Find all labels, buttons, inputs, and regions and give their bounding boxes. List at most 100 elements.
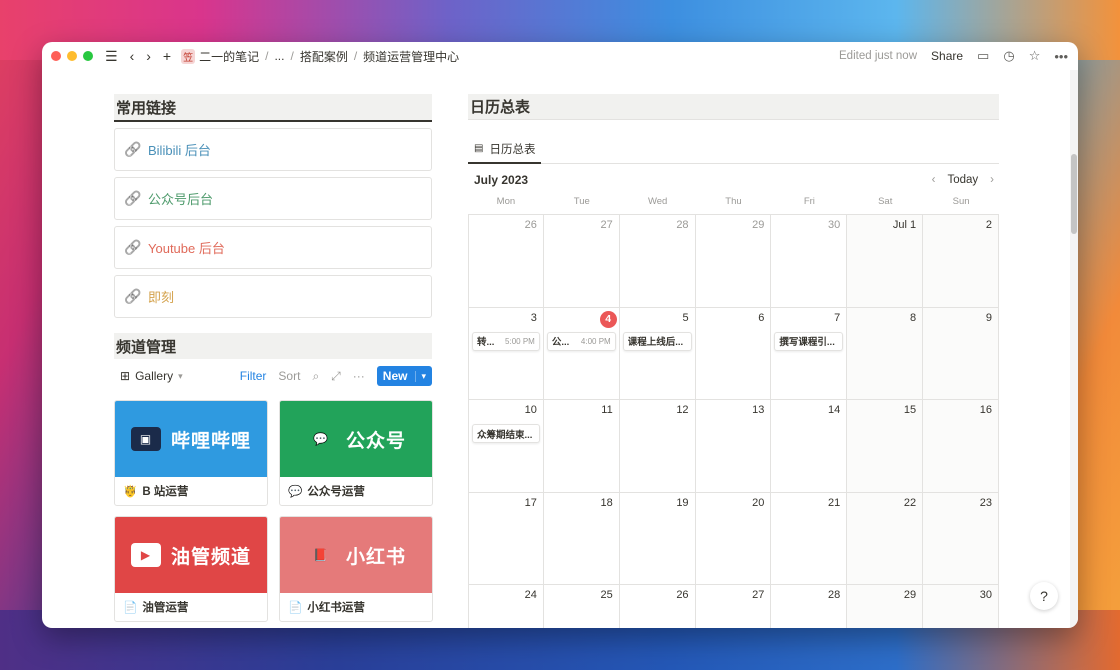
- calendar-day-cell[interactable]: 28: [771, 585, 848, 628]
- today-day-badge: 4: [599, 310, 617, 328]
- link-label[interactable]: 即刻: [148, 287, 174, 306]
- calendar-day-cell[interactable]: 24: [468, 585, 544, 628]
- calendar-day-cell[interactable]: 2: [923, 215, 999, 308]
- breadcrumb-item-notes[interactable]: 二一的笔记: [199, 48, 259, 65]
- page-emoji-icon: 📄: [123, 602, 138, 614]
- calendar-day-cell[interactable]: 26: [619, 585, 696, 628]
- favorite-star-icon[interactable]: ☆: [1029, 48, 1041, 64]
- tab-calendar-view-label: 日历总表: [489, 143, 536, 156]
- scrollbar-thumb[interactable]: [1071, 154, 1077, 234]
- share-button[interactable]: Share: [931, 49, 963, 63]
- right-column: 日历总表 ▤ 日历总表 July 2023 ‹ Today › Mon Tue We…: [468, 94, 999, 628]
- calendar-day-cell[interactable]: 14: [771, 400, 848, 493]
- day-number: 25: [600, 589, 613, 601]
- link-label[interactable]: Bilibili 后台: [148, 140, 211, 159]
- gallery-card[interactable]: 💬 公众号 💬 公众号运营: [279, 400, 433, 506]
- forward-icon[interactable]: ›: [146, 49, 151, 63]
- edited-status: Edited just now: [839, 50, 918, 62]
- gallery-view-selector[interactable]: ⊞ Gallery ▾: [120, 369, 183, 383]
- calendar-day-cell[interactable]: 20: [695, 492, 772, 585]
- calendar-day-cell[interactable]: 16: [923, 400, 999, 493]
- calendar-day-cell[interactable]: 19: [619, 492, 696, 585]
- calendar-day-cell[interactable]: 9: [923, 307, 999, 400]
- link-card[interactable]: 🔗 公众号后台: [114, 177, 432, 220]
- link-label[interactable]: Youtube 后台: [148, 238, 225, 257]
- comment-icon[interactable]: ▭: [977, 48, 989, 64]
- calendar-day-cell[interactable]: 3 转... 5:00 PM: [468, 307, 544, 400]
- calendar-day-cell[interactable]: 22: [847, 492, 924, 585]
- previous-month-icon[interactable]: ‹: [932, 174, 936, 186]
- gallery-card[interactable]: 📕 小红书 📄 小红书运营: [279, 516, 433, 622]
- gallery-card-title: 📄 油管运营: [115, 593, 267, 621]
- history-clock-icon[interactable]: ◷: [1003, 48, 1014, 64]
- calendar-event[interactable]: 公... 4:00 PM: [546, 331, 616, 351]
- calendar-day-cell[interactable]: 15: [847, 400, 924, 493]
- link-card[interactable]: 🔗 Youtube 后台: [114, 226, 432, 269]
- calendar-event[interactable]: 课程上线后...: [622, 331, 692, 351]
- add-page-icon[interactable]: +: [163, 49, 171, 63]
- workspace-emoji-icon: 笠: [181, 48, 196, 64]
- new-dropdown-chevron-icon[interactable]: ▾: [415, 370, 426, 382]
- calendar-day-cell[interactable]: 6: [695, 307, 772, 400]
- day-number: 5: [682, 311, 689, 324]
- calendar-event[interactable]: 转... 5:00 PM: [472, 331, 540, 351]
- calendar-day-cell[interactable]: 5 课程上线后...: [619, 307, 696, 400]
- calendar-day-cell[interactable]: 7 撰写课程引...: [771, 307, 848, 400]
- gallery-card[interactable]: ▣ 哔哩哔哩 🤴 B 站运营: [114, 400, 268, 506]
- link-label[interactable]: 公众号后台: [148, 189, 213, 208]
- weekday-label: Fri: [803, 196, 815, 207]
- sidebar-menu-icon[interactable]: ☰: [105, 49, 118, 63]
- calendar-day-cell[interactable]: 10 众筹期结束...: [468, 400, 544, 493]
- day-number: 30: [979, 589, 992, 601]
- calendar-day-cell[interactable]: 18: [543, 492, 620, 585]
- expand-icon[interactable]: ⤢: [331, 369, 341, 384]
- calendar-event[interactable]: 撰写课程引...: [774, 331, 844, 351]
- today-button[interactable]: Today: [947, 174, 978, 186]
- more-options-icon[interactable]: •••: [1054, 49, 1068, 64]
- calendar-day-cell[interactable]: 13: [695, 400, 772, 493]
- calendar-day-cell[interactable]: 27: [695, 585, 772, 628]
- link-card[interactable]: 🔗 即刻: [114, 275, 432, 318]
- breadcrumb-item-ellipsis[interactable]: ...: [274, 49, 284, 63]
- link-icon: 🔗: [124, 239, 142, 255]
- minimize-window-button[interactable]: [67, 51, 77, 61]
- calendar-day-cell[interactable]: 25: [543, 585, 620, 628]
- calendar-day-cell[interactable]: 26: [468, 215, 544, 308]
- calendar-day-cell[interactable]: 28: [619, 215, 696, 308]
- next-month-icon[interactable]: ›: [990, 174, 994, 186]
- help-button[interactable]: ?: [1030, 582, 1058, 610]
- calendar-day-cell[interactable]: 12: [619, 400, 696, 493]
- search-icon[interactable]: ⌕: [312, 369, 319, 384]
- calendar-day-cell[interactable]: 30: [771, 215, 848, 308]
- event-title: 公...: [551, 337, 570, 348]
- new-button[interactable]: New ▾: [376, 366, 432, 386]
- day-number: 10: [524, 404, 537, 416]
- breadcrumb-item-cases[interactable]: 搭配案例: [300, 48, 348, 65]
- close-window-button[interactable]: [51, 51, 61, 61]
- calendar-day-cell[interactable]: 29: [847, 585, 924, 628]
- calendar-day-cell[interactable]: 21: [771, 492, 848, 585]
- calendar-day-cell[interactable]: 30: [923, 585, 999, 628]
- sort-button[interactable]: Sort: [278, 369, 300, 383]
- breadcrumb-item-current-page[interactable]: 频道运营管理中心: [363, 48, 459, 65]
- page-scrollbar[interactable]: [1070, 70, 1078, 628]
- calendar-day-cell[interactable]: 11: [543, 400, 620, 493]
- back-icon[interactable]: ‹: [130, 49, 135, 63]
- calendar-day-cell[interactable]: Jul 1: [847, 215, 924, 308]
- tab-calendar-view[interactable]: ▤ 日历总表: [468, 135, 542, 164]
- calendar-day-cell[interactable]: 17: [468, 492, 544, 585]
- calendar-day-cell[interactable]: 29: [695, 215, 772, 308]
- maximize-window-button[interactable]: [83, 51, 93, 61]
- wechat-icon: 💬: [313, 432, 329, 446]
- calendar-day-cell[interactable]: 8: [847, 307, 924, 400]
- calendar-day-cell[interactable]: 4 公... 4:00 PM: [543, 307, 620, 400]
- gallery-card-title-text: B 站运营: [142, 486, 189, 498]
- gallery-card-title: 💬 公众号运营: [280, 477, 432, 505]
- calendar-day-cell[interactable]: 27: [543, 215, 620, 308]
- link-card[interactable]: 🔗 Bilibili 后台: [114, 128, 432, 171]
- calendar-event[interactable]: 众筹期结束...: [472, 424, 540, 443]
- filter-button[interactable]: Filter: [240, 369, 267, 383]
- calendar-day-cell[interactable]: 23: [923, 492, 999, 585]
- gallery-card[interactable]: ▶ 油管频道 📄 油管运营: [114, 516, 268, 622]
- more-icon[interactable]: ···: [353, 369, 365, 383]
